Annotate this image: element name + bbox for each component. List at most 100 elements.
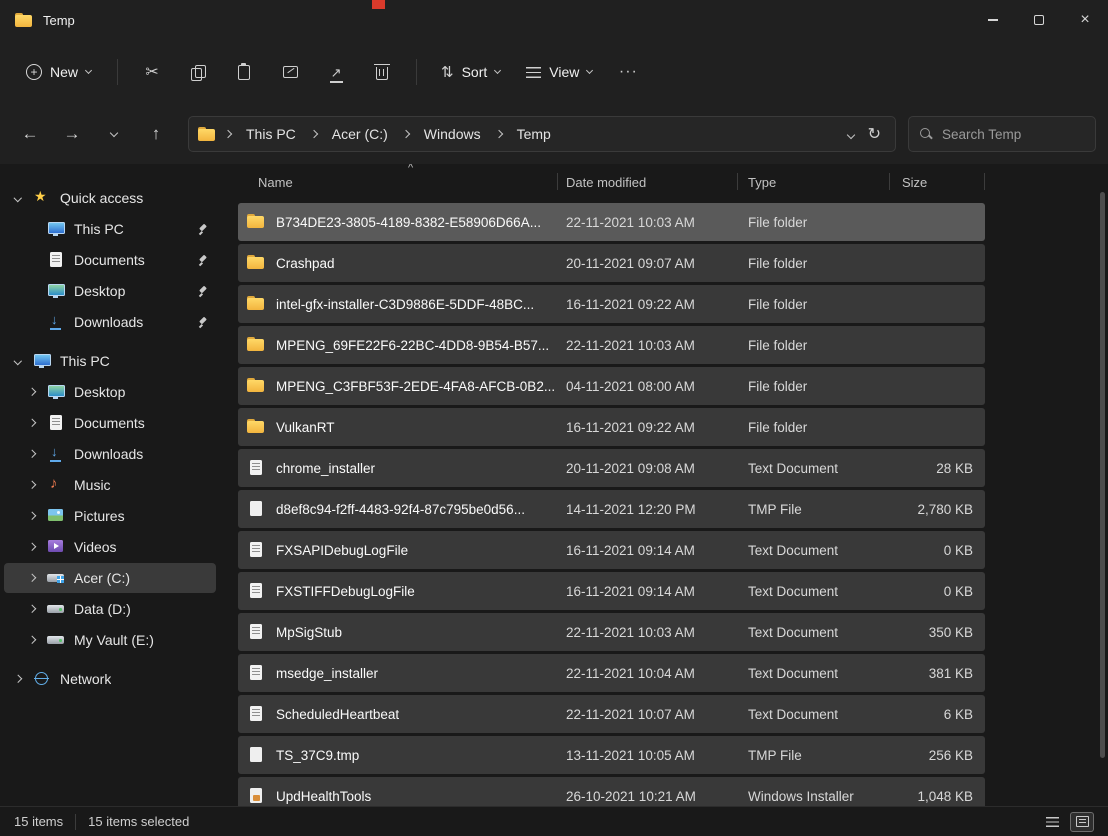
- sidebar-item[interactable]: My Vault (E:): [4, 625, 216, 655]
- file-name-cell: msedge_installer: [238, 664, 558, 682]
- expander-chevron-icon[interactable]: [14, 194, 22, 202]
- expander-chevron-icon[interactable]: [28, 636, 36, 644]
- sidebar-item[interactable]: Data (D:): [4, 594, 216, 624]
- rename-button[interactable]: [270, 54, 310, 90]
- breadcrumb-item[interactable]: Temp: [511, 122, 557, 146]
- recording-indicator: [372, 0, 385, 9]
- large-icons-view-button[interactable]: [1070, 812, 1094, 832]
- file-row[interactable]: FXSAPIDebugLogFile 16-11-2021 09:14 AM T…: [238, 531, 985, 569]
- share-button[interactable]: [316, 54, 356, 90]
- breadcrumb-item[interactable]: This PC: [240, 122, 302, 146]
- expander-chevron-icon[interactable]: [14, 675, 22, 683]
- file-name-cell: UpdHealthTools: [238, 787, 558, 805]
- expander-chevron-icon[interactable]: [28, 605, 36, 613]
- sidebar-item[interactable]: Videos: [4, 532, 216, 562]
- file-type: File folder: [738, 215, 890, 230]
- file-row[interactable]: intel-gfx-installer-C3D9886E-5DDF-48BC..…: [238, 285, 985, 323]
- expander-chevron-icon[interactable]: [28, 543, 36, 551]
- expander-slot: [26, 226, 38, 232]
- close-button[interactable]: ×: [1062, 0, 1108, 40]
- sidebar-item[interactable]: Desktop: [4, 377, 216, 407]
- column-header-name[interactable]: Name: [238, 164, 558, 200]
- back-button[interactable]: [12, 117, 48, 151]
- file-row[interactable]: ScheduledHeartbeat 22-11-2021 10:07 AM T…: [238, 695, 985, 733]
- column-header-type[interactable]: Type: [738, 164, 890, 200]
- file-type: Text Document: [738, 707, 890, 722]
- sidebar-item-icon: [46, 600, 66, 618]
- recent-locations-button[interactable]: [96, 117, 132, 151]
- delete-button[interactable]: [362, 54, 402, 90]
- file-row[interactable]: chrome_installer 20-11-2021 09:08 AM Tex…: [238, 449, 985, 487]
- column-header-date-modified[interactable]: Date modified: [558, 164, 738, 200]
- sidebar-item[interactable]: Downloads: [4, 307, 216, 337]
- forward-button[interactable]: [54, 117, 90, 151]
- breadcrumb-bar[interactable]: This PC Acer (C:) Windows Temp: [188, 116, 896, 152]
- breadcrumb-item[interactable]: Windows: [418, 122, 487, 146]
- column-header-size[interactable]: Size: [890, 164, 985, 200]
- file-date-modified: 04-11-2021 08:00 AM: [558, 379, 738, 394]
- file-type: Text Document: [738, 543, 890, 558]
- sidebar-item[interactable]: This PC: [4, 214, 216, 244]
- file-row[interactable]: UpdHealthTools 26-10-2021 10:21 AM Windo…: [238, 777, 985, 806]
- expander-chevron-icon[interactable]: [14, 357, 22, 365]
- expander-chevron-icon[interactable]: [28, 419, 36, 427]
- file-row[interactable]: MPENG_69FE22F6-22BC-4DD8-9B54-B57... 22-…: [238, 326, 985, 364]
- expander-chevron-icon[interactable]: [28, 512, 36, 520]
- file-name-cell: MPENG_69FE22F6-22BC-4DD8-9B54-B57...: [238, 336, 558, 354]
- file-row[interactable]: MpSigStub 22-11-2021 10:03 AM Text Docum…: [238, 613, 985, 651]
- sidebar-item[interactable]: Acer (C:): [4, 563, 216, 593]
- file-type: File folder: [738, 256, 890, 271]
- search-icon: [919, 127, 933, 141]
- file-type: TMP File: [738, 502, 890, 517]
- more-button[interactable]: [608, 54, 648, 90]
- vertical-scrollbar[interactable]: [1100, 192, 1105, 758]
- file-row[interactable]: MPENG_C3FBF53F-2EDE-4FA8-AFCB-0B2... 04-…: [238, 367, 985, 405]
- copy-button[interactable]: [178, 54, 218, 90]
- file-row[interactable]: TS_37C9.tmp 13-11-2021 10:05 AM TMP File…: [238, 736, 985, 774]
- breadcrumb-item[interactable]: Acer (C:): [326, 122, 394, 146]
- up-button[interactable]: [138, 117, 174, 151]
- sidebar-item[interactable]: This PC: [4, 346, 216, 376]
- search-input[interactable]: [942, 127, 1085, 142]
- sidebar-item-icon: [46, 569, 66, 587]
- search-box: [908, 116, 1096, 152]
- sidebar-item[interactable]: Quick access: [4, 183, 216, 213]
- expander-chevron-icon[interactable]: [28, 481, 36, 489]
- pin-icon: [196, 223, 208, 235]
- file-row[interactable]: Crashpad 20-11-2021 09:07 AM File folder: [238, 244, 985, 282]
- expander-chevron-icon[interactable]: [28, 574, 36, 582]
- file-type: Text Document: [738, 625, 890, 640]
- file-row[interactable]: FXSTIFFDebugLogFile 16-11-2021 09:14 AM …: [238, 572, 985, 610]
- sidebar-item[interactable]: Network: [4, 664, 216, 694]
- sidebar-item-label: Pictures: [74, 508, 125, 524]
- file-name-cell: chrome_installer: [238, 459, 558, 477]
- sidebar-item[interactable]: Documents: [4, 245, 216, 275]
- view-button[interactable]: View: [516, 56, 602, 88]
- refresh-icon: [868, 126, 881, 143]
- minimize-button[interactable]: [970, 0, 1016, 40]
- sidebar-item[interactable]: Desktop: [4, 276, 216, 306]
- refresh-button[interactable]: [868, 124, 881, 144]
- address-dropdown-button[interactable]: [848, 125, 854, 143]
- expander-chevron-icon[interactable]: [28, 450, 36, 458]
- new-button[interactable]: New: [14, 56, 103, 88]
- file-row[interactable]: B734DE23-3805-4189-8382-E58906D66A... 22…: [238, 203, 985, 241]
- file-row[interactable]: VulkanRT 16-11-2021 09:22 AM File folder: [238, 408, 985, 446]
- details-view-button[interactable]: [1040, 812, 1064, 832]
- sidebar-item-icon: [32, 189, 52, 207]
- file-row[interactable]: msedge_installer 22-11-2021 10:04 AM Tex…: [238, 654, 985, 692]
- cut-button[interactable]: [132, 54, 172, 90]
- sidebar-item-label: Desktop: [74, 283, 125, 299]
- file-date-modified: 14-11-2021 12:20 PM: [558, 502, 738, 517]
- file-type: Text Document: [738, 461, 890, 476]
- sidebar-item[interactable]: Pictures: [4, 501, 216, 531]
- sidebar-item-icon: [46, 383, 66, 401]
- file-row[interactable]: d8ef8c94-f2ff-4483-92f4-87c795be0d56... …: [238, 490, 985, 528]
- sidebar-item[interactable]: Documents: [4, 408, 216, 438]
- sidebar-item[interactable]: Downloads: [4, 439, 216, 469]
- expander-chevron-icon[interactable]: [28, 388, 36, 396]
- maximize-button[interactable]: [1016, 0, 1062, 40]
- paste-button[interactable]: [224, 54, 264, 90]
- sidebar-item[interactable]: Music: [4, 470, 216, 500]
- sort-button[interactable]: Sort: [431, 55, 510, 89]
